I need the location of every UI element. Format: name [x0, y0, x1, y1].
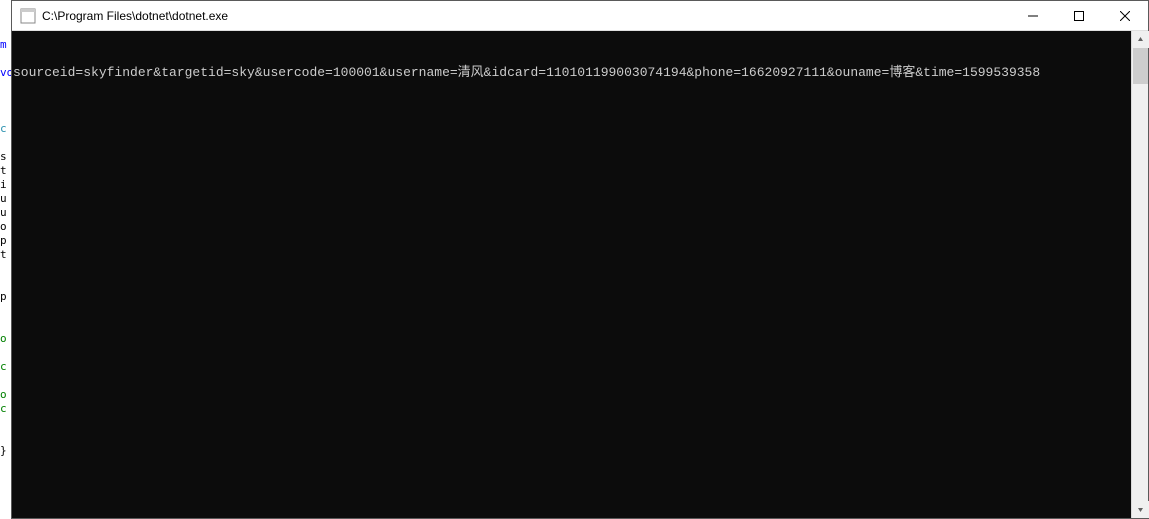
minimize-button[interactable] [1010, 1, 1056, 30]
code-fragment: m [0, 38, 7, 52]
close-button[interactable] [1102, 1, 1148, 30]
scroll-up-button[interactable] [1132, 31, 1149, 48]
code-fragment: p [0, 234, 7, 248]
background-code-strip: m vo c s t i u u o p t p o c o c } [0, 0, 11, 519]
window-title: C:\Program Files\dotnet\dotnet.exe [42, 9, 1010, 23]
scroll-thumb[interactable] [1133, 48, 1148, 84]
code-fragment: o [0, 220, 7, 234]
code-fragment: o [0, 388, 7, 402]
code-fragment: o [0, 332, 7, 346]
code-fragment: u [0, 192, 7, 206]
console-area: sourceid=skyfinder&targetid=sky&usercode… [12, 31, 1148, 518]
code-fragment: s [0, 150, 7, 164]
code-fragment: c [0, 402, 7, 416]
code-fragment: c [0, 122, 7, 136]
maximize-button[interactable] [1056, 1, 1102, 30]
code-fragment: p [0, 290, 7, 304]
code-fragment: t [0, 248, 7, 262]
console-window: C:\Program Files\dotnet\dotnet.exe sourc… [11, 0, 1149, 519]
vertical-scrollbar[interactable] [1131, 31, 1148, 518]
console-output[interactable]: sourceid=skyfinder&targetid=sky&usercode… [12, 31, 1131, 518]
scroll-down-button[interactable] [1132, 501, 1149, 518]
app-icon [20, 8, 36, 24]
window-controls [1010, 1, 1148, 30]
code-fragment: c [0, 360, 7, 374]
code-fragment: u [0, 206, 7, 220]
titlebar[interactable]: C:\Program Files\dotnet\dotnet.exe [12, 1, 1148, 31]
code-fragment: t [0, 164, 7, 178]
code-fragment: i [0, 178, 7, 192]
console-line: sourceid=skyfinder&targetid=sky&usercode… [12, 65, 1131, 81]
code-fragment: } [0, 444, 7, 458]
